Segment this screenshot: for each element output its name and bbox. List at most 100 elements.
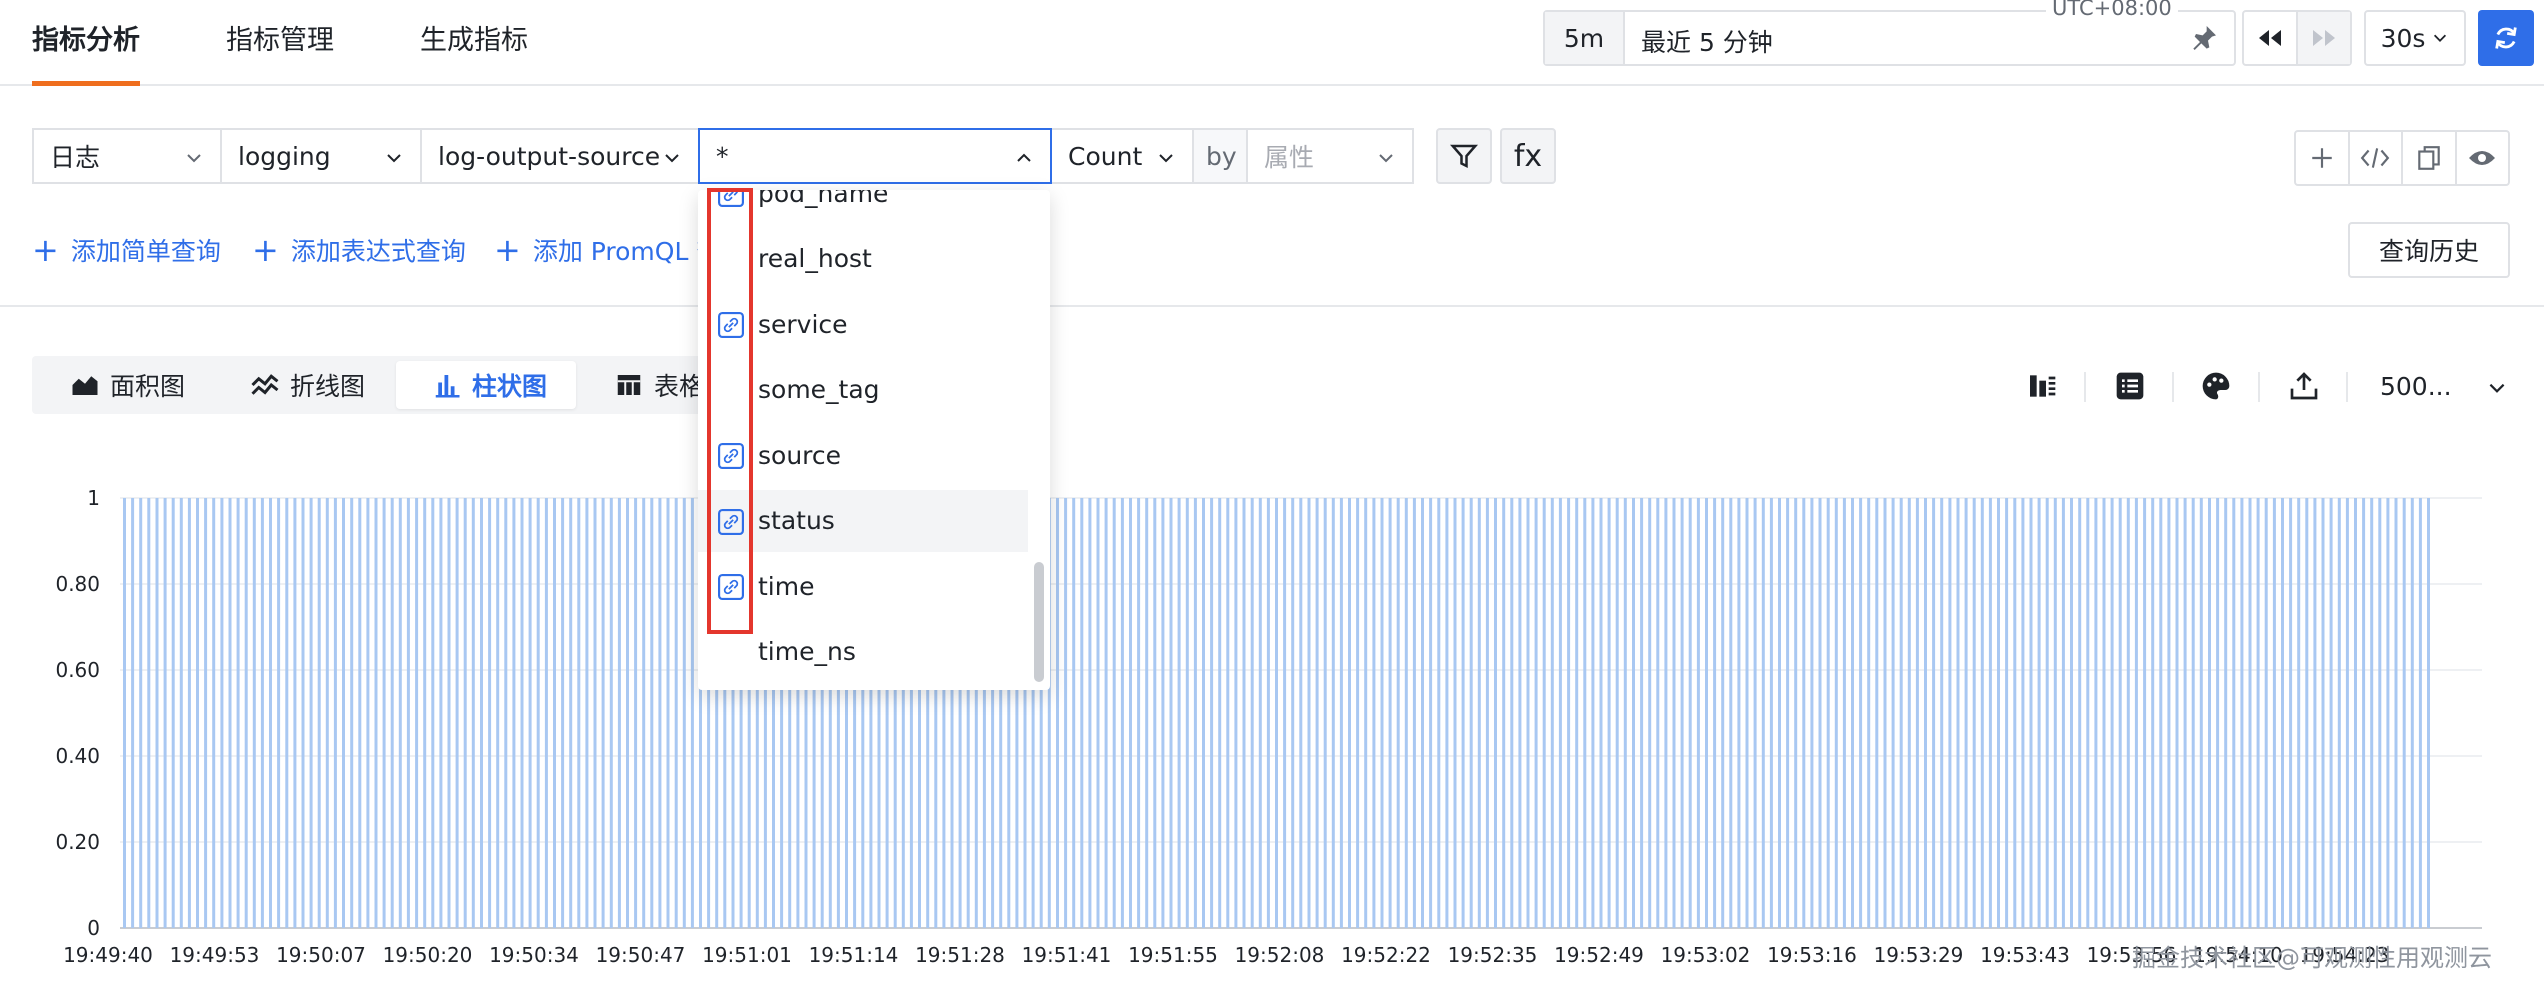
bar[interactable]	[2394, 498, 2398, 928]
add-expression-query-link[interactable]: + 添加表达式查询	[252, 232, 466, 268]
bar[interactable]	[626, 498, 629, 928]
bar[interactable]	[471, 498, 475, 928]
bar[interactable]	[2191, 498, 2195, 928]
bar[interactable]	[463, 498, 467, 928]
bar[interactable]	[131, 498, 135, 928]
bar[interactable]	[1615, 498, 1619, 928]
bar[interactable]	[1907, 498, 1911, 928]
bar[interactable]	[1688, 498, 1692, 928]
bar[interactable]	[2378, 498, 2382, 928]
bar[interactable]	[2005, 498, 2009, 928]
bar[interactable]	[674, 498, 678, 928]
bar[interactable]	[2289, 498, 2293, 928]
bar[interactable]	[1550, 498, 1554, 928]
bar[interactable]	[1591, 498, 1595, 928]
bar[interactable]	[228, 498, 232, 928]
bar[interactable]	[1112, 498, 1116, 928]
bar[interactable]	[553, 498, 556, 928]
bar[interactable]	[1859, 498, 1863, 928]
bar[interactable]	[1940, 498, 1944, 928]
bar[interactable]	[1234, 498, 1238, 928]
bar[interactable]	[569, 498, 573, 928]
bar[interactable]	[1429, 498, 1433, 928]
bar[interactable]	[1713, 498, 1717, 928]
bar[interactable]	[1899, 498, 1903, 928]
bar[interactable]	[1469, 498, 1473, 928]
field-select[interactable]: *	[698, 128, 1052, 184]
refresh-interval-select[interactable]: 30s	[2364, 10, 2466, 66]
bar[interactable]	[2418, 498, 2422, 928]
bar[interactable]	[398, 498, 402, 928]
bar[interactable]	[1226, 498, 1230, 928]
bar[interactable]	[1721, 498, 1725, 928]
bar[interactable]	[577, 498, 581, 928]
bar[interactable]	[1396, 498, 1400, 928]
add-query-button[interactable]	[2296, 132, 2348, 184]
bar[interactable]	[609, 498, 613, 928]
step-back-button[interactable]	[2244, 12, 2296, 64]
function-button[interactable]: fx	[1500, 128, 1556, 184]
bar[interactable]	[2151, 498, 2155, 928]
tab-metric-analysis[interactable]: 指标分析	[32, 18, 140, 86]
bar[interactable]	[488, 498, 492, 928]
bar[interactable]	[423, 498, 427, 928]
bar[interactable]	[2410, 498, 2414, 928]
bar[interactable]	[447, 498, 451, 928]
bar[interactable]	[382, 498, 386, 928]
bar[interactable]	[317, 498, 321, 928]
bar[interactable]	[2281, 498, 2284, 928]
bar[interactable]	[1729, 498, 1733, 928]
index-select[interactable]: logging	[220, 128, 422, 184]
bar[interactable]	[309, 498, 313, 928]
add-simple-query-link[interactable]: + 添加简单查询	[32, 232, 221, 268]
bar[interactable]	[269, 498, 272, 928]
bar[interactable]	[561, 498, 565, 928]
legend-icon[interactable]	[2026, 370, 2058, 402]
bar[interactable]	[1632, 498, 1635, 928]
bar[interactable]	[1437, 498, 1441, 928]
bar[interactable]	[439, 498, 443, 928]
bar[interactable]	[1072, 498, 1076, 928]
bar[interactable]	[2167, 498, 2171, 928]
bar[interactable]	[187, 498, 191, 928]
bar[interactable]	[2208, 498, 2211, 928]
group-by-select[interactable]: 属性	[1246, 128, 1414, 184]
bar[interactable]	[2216, 498, 2220, 928]
bar[interactable]	[1137, 498, 1141, 928]
bar[interactable]	[1769, 498, 1773, 928]
export-icon[interactable]	[2288, 370, 2320, 402]
bar[interactable]	[1120, 498, 1124, 928]
bar[interactable]	[1502, 498, 1506, 928]
bar[interactable]	[1202, 498, 1205, 928]
bar[interactable]	[2362, 498, 2366, 928]
bar[interactable]	[1494, 498, 1497, 928]
bar[interactable]	[690, 498, 694, 928]
bar[interactable]	[2386, 498, 2390, 928]
bar[interactable]	[512, 498, 516, 928]
bar[interactable]	[2313, 498, 2317, 928]
bar[interactable]	[1745, 498, 1749, 928]
bar[interactable]	[1380, 498, 1384, 928]
bar[interactable]	[1526, 498, 1530, 928]
bar[interactable]	[601, 498, 605, 928]
bar[interactable]	[293, 498, 297, 928]
bar[interactable]	[1818, 498, 1822, 928]
bar[interactable]	[1485, 498, 1489, 928]
bar[interactable]	[1064, 498, 1068, 928]
bar[interactable]	[480, 498, 483, 928]
bar[interactable]	[2427, 498, 2430, 928]
bar[interactable]	[2102, 498, 2106, 928]
bar[interactable]	[1242, 498, 1246, 928]
bar[interactable]	[1997, 498, 2000, 928]
bar[interactable]	[2232, 498, 2236, 928]
bar[interactable]	[650, 498, 654, 928]
preview-button[interactable]	[2454, 132, 2509, 184]
bar[interactable]	[1275, 498, 1278, 928]
bar[interactable]	[504, 498, 508, 928]
bar[interactable]	[1672, 498, 1676, 928]
bar[interactable]	[1558, 498, 1562, 928]
bar[interactable]	[544, 498, 548, 928]
bar[interactable]	[1607, 498, 1611, 928]
bar[interactable]	[1753, 498, 1757, 928]
bar[interactable]	[2110, 498, 2114, 928]
